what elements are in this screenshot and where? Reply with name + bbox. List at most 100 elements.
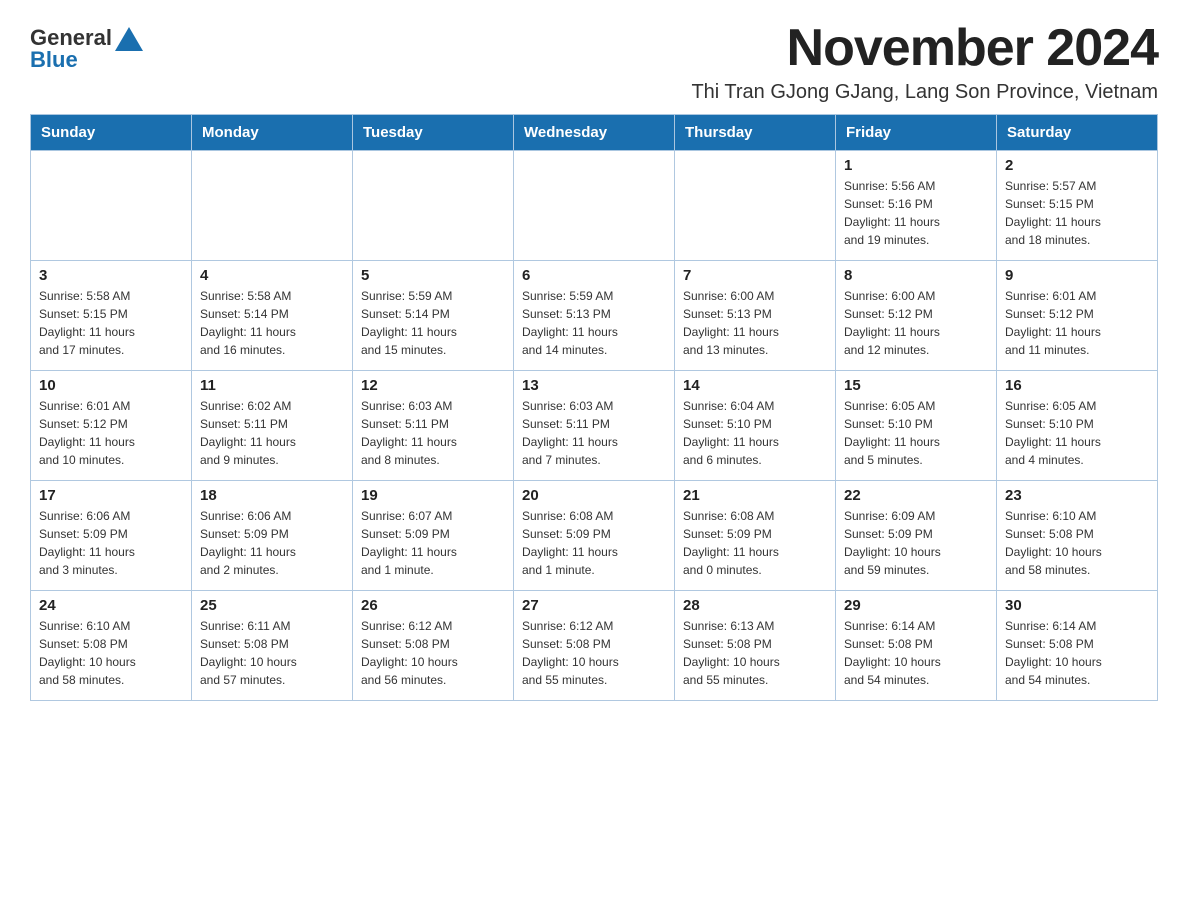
day-info: Sunrise: 6:08 AM Sunset: 5:09 PM Dayligh… — [683, 507, 827, 579]
calendar-week-row: 3 Sunrise: 5:58 AM Sunset: 5:15 PM Daylig… — [31, 261, 1158, 371]
calendar-cell: 27Sunrise: 6:12 AM Sunset: 5:08 PM Dayli… — [514, 591, 675, 701]
calendar-cell: 17 Sunrise: 6:06 AM Sunset: 5:09 PM Dayli… — [31, 481, 192, 591]
location-title: Thi Tran GJong GJang, Lang Son Province,… — [691, 81, 1158, 104]
day-info: Sunrise: 6:00 AM Sunset: 5:12 PM Dayligh… — [844, 287, 988, 359]
day-info: Sunrise: 6:00 AM Sunset: 5:13 PM Dayligh… — [683, 287, 827, 359]
day-number: 23 — [1005, 487, 1149, 504]
page-header: General Blue November 2024 Thi Tran GJon… — [30, 20, 1158, 104]
day-info: Sunrise: 6:05 AM Sunset: 5:10 PM Dayligh… — [1005, 397, 1149, 469]
day-info: Sunrise: 6:06 AM Sunset: 5:09 PM Dayligh… — [200, 507, 344, 579]
day-info: Sunrise: 5:56 AM Sunset: 5:16 PM Dayligh… — [844, 177, 988, 249]
calendar-cell: 19 Sunrise: 6:07 AM Sunset: 5:09 PM Dayli… — [353, 481, 514, 591]
calendar-week-row: 1 Sunrise: 5:56 AM Sunset: 5:16 PM Daylig… — [31, 151, 1158, 261]
calendar-cell: 16 Sunrise: 6:05 AM Sunset: 5:10 PM Dayli… — [997, 371, 1158, 481]
day-info: Sunrise: 6:14 AM Sunset: 5:08 PM Dayligh… — [1005, 617, 1149, 689]
day-info: Sunrise: 6:09 AM Sunset: 5:09 PM Dayligh… — [844, 507, 988, 579]
day-info: Sunrise: 6:13 AM Sunset: 5:08 PM Dayligh… — [683, 617, 827, 689]
calendar-cell — [31, 151, 192, 261]
day-number: 24 — [39, 597, 183, 614]
day-number: 2 — [1005, 157, 1149, 174]
calendar-cell: 13 Sunrise: 6:03 AM Sunset: 5:11 PM Dayli… — [514, 371, 675, 481]
day-info: Sunrise: 6:10 AM Sunset: 5:08 PM Dayligh… — [39, 617, 183, 689]
calendar-week-row: 24 Sunrise: 6:10 AM Sunset: 5:08 PM Dayli… — [31, 591, 1158, 701]
calendar-table: SundayMondayTuesdayWednesdayThursdayFrid… — [30, 114, 1158, 701]
day-info: Sunrise: 6:04 AM Sunset: 5:10 PM Dayligh… — [683, 397, 827, 469]
day-number: 1 — [844, 157, 988, 174]
calendar-cell: 18 Sunrise: 6:06 AM Sunset: 5:09 PM Dayli… — [192, 481, 353, 591]
calendar-cell: 11Sunrise: 6:02 AM Sunset: 5:11 PM Dayli… — [192, 371, 353, 481]
calendar-cell: 25Sunrise: 6:11 AM Sunset: 5:08 PM Dayli… — [192, 591, 353, 701]
day-info: Sunrise: 6:12 AM Sunset: 5:08 PM Dayligh… — [361, 617, 505, 689]
calendar-col-header: Monday — [192, 115, 353, 151]
calendar-cell: 10 Sunrise: 6:01 AM Sunset: 5:12 PM Dayli… — [31, 371, 192, 481]
calendar-cell: 22 Sunrise: 6:09 AM Sunset: 5:09 PM Dayli… — [836, 481, 997, 591]
day-number: 5 — [361, 267, 505, 284]
calendar-cell: 8Sunrise: 6:00 AM Sunset: 5:12 PM Daylig… — [836, 261, 997, 371]
day-info: Sunrise: 6:05 AM Sunset: 5:10 PM Dayligh… — [844, 397, 988, 469]
day-number: 30 — [1005, 597, 1149, 614]
day-number: 9 — [1005, 267, 1149, 284]
calendar-col-header: Friday — [836, 115, 997, 151]
day-number: 27 — [522, 597, 666, 614]
day-number: 11 — [200, 377, 344, 394]
month-title: November 2024 — [691, 20, 1158, 77]
day-number: 26 — [361, 597, 505, 614]
calendar-cell: 7 Sunrise: 6:00 AM Sunset: 5:13 PM Daylig… — [675, 261, 836, 371]
calendar-header-row: SundayMondayTuesdayWednesdayThursdayFrid… — [31, 115, 1158, 151]
day-number: 19 — [361, 487, 505, 504]
day-info: Sunrise: 6:14 AM Sunset: 5:08 PM Dayligh… — [844, 617, 988, 689]
calendar-cell: 4 Sunrise: 5:58 AM Sunset: 5:14 PM Daylig… — [192, 261, 353, 371]
day-info: Sunrise: 5:59 AM Sunset: 5:13 PM Dayligh… — [522, 287, 666, 359]
day-number: 29 — [844, 597, 988, 614]
calendar-week-row: 10 Sunrise: 6:01 AM Sunset: 5:12 PM Dayli… — [31, 371, 1158, 481]
calendar-cell: 6 Sunrise: 5:59 AM Sunset: 5:13 PM Daylig… — [514, 261, 675, 371]
day-number: 28 — [683, 597, 827, 614]
day-number: 12 — [361, 377, 505, 394]
calendar-col-header: Saturday — [997, 115, 1158, 151]
logo-blue-text: Blue — [30, 47, 78, 73]
day-info: Sunrise: 5:58 AM Sunset: 5:14 PM Dayligh… — [200, 287, 344, 359]
day-number: 3 — [39, 267, 183, 284]
calendar-cell: 15 Sunrise: 6:05 AM Sunset: 5:10 PM Dayli… — [836, 371, 997, 481]
calendar-cell: 12 Sunrise: 6:03 AM Sunset: 5:11 PM Dayli… — [353, 371, 514, 481]
day-info: Sunrise: 6:08 AM Sunset: 5:09 PM Dayligh… — [522, 507, 666, 579]
day-info: Sunrise: 6:03 AM Sunset: 5:11 PM Dayligh… — [361, 397, 505, 469]
day-number: 22 — [844, 487, 988, 504]
day-info: Sunrise: 6:01 AM Sunset: 5:12 PM Dayligh… — [39, 397, 183, 469]
calendar-cell: 20 Sunrise: 6:08 AM Sunset: 5:09 PM Dayli… — [514, 481, 675, 591]
day-info: Sunrise: 5:58 AM Sunset: 5:15 PM Dayligh… — [39, 287, 183, 359]
calendar-cell: 3 Sunrise: 5:58 AM Sunset: 5:15 PM Daylig… — [31, 261, 192, 371]
day-number: 4 — [200, 267, 344, 284]
title-area: November 2024 Thi Tran GJong GJang, Lang… — [691, 20, 1158, 104]
day-number: 6 — [522, 267, 666, 284]
logo: General Blue — [30, 25, 143, 73]
day-number: 17 — [39, 487, 183, 504]
day-number: 16 — [1005, 377, 1149, 394]
calendar-cell — [514, 151, 675, 261]
calendar-cell: 14 Sunrise: 6:04 AM Sunset: 5:10 PM Dayli… — [675, 371, 836, 481]
calendar-cell: 5Sunrise: 5:59 AM Sunset: 5:14 PM Daylig… — [353, 261, 514, 371]
day-number: 10 — [39, 377, 183, 394]
day-number: 18 — [200, 487, 344, 504]
calendar-col-header: Wednesday — [514, 115, 675, 151]
calendar-cell: 29 Sunrise: 6:14 AM Sunset: 5:08 PM Dayli… — [836, 591, 997, 701]
day-info: Sunrise: 6:07 AM Sunset: 5:09 PM Dayligh… — [361, 507, 505, 579]
calendar-cell — [675, 151, 836, 261]
day-number: 20 — [522, 487, 666, 504]
calendar-cell: 23 Sunrise: 6:10 AM Sunset: 5:08 PM Dayli… — [997, 481, 1158, 591]
calendar-col-header: Thursday — [675, 115, 836, 151]
day-info: Sunrise: 6:03 AM Sunset: 5:11 PM Dayligh… — [522, 397, 666, 469]
day-info: Sunrise: 6:10 AM Sunset: 5:08 PM Dayligh… — [1005, 507, 1149, 579]
calendar-cell: 9 Sunrise: 6:01 AM Sunset: 5:12 PM Daylig… — [997, 261, 1158, 371]
day-info: Sunrise: 6:01 AM Sunset: 5:12 PM Dayligh… — [1005, 287, 1149, 359]
day-number: 15 — [844, 377, 988, 394]
day-info: Sunrise: 5:57 AM Sunset: 5:15 PM Dayligh… — [1005, 177, 1149, 249]
calendar-cell: 26 Sunrise: 6:12 AM Sunset: 5:08 PM Dayli… — [353, 591, 514, 701]
day-info: Sunrise: 6:06 AM Sunset: 5:09 PM Dayligh… — [39, 507, 183, 579]
day-number: 13 — [522, 377, 666, 394]
day-number: 25 — [200, 597, 344, 614]
day-number: 14 — [683, 377, 827, 394]
day-number: 7 — [683, 267, 827, 284]
calendar-col-header: Sunday — [31, 115, 192, 151]
calendar-cell: 24 Sunrise: 6:10 AM Sunset: 5:08 PM Dayli… — [31, 591, 192, 701]
